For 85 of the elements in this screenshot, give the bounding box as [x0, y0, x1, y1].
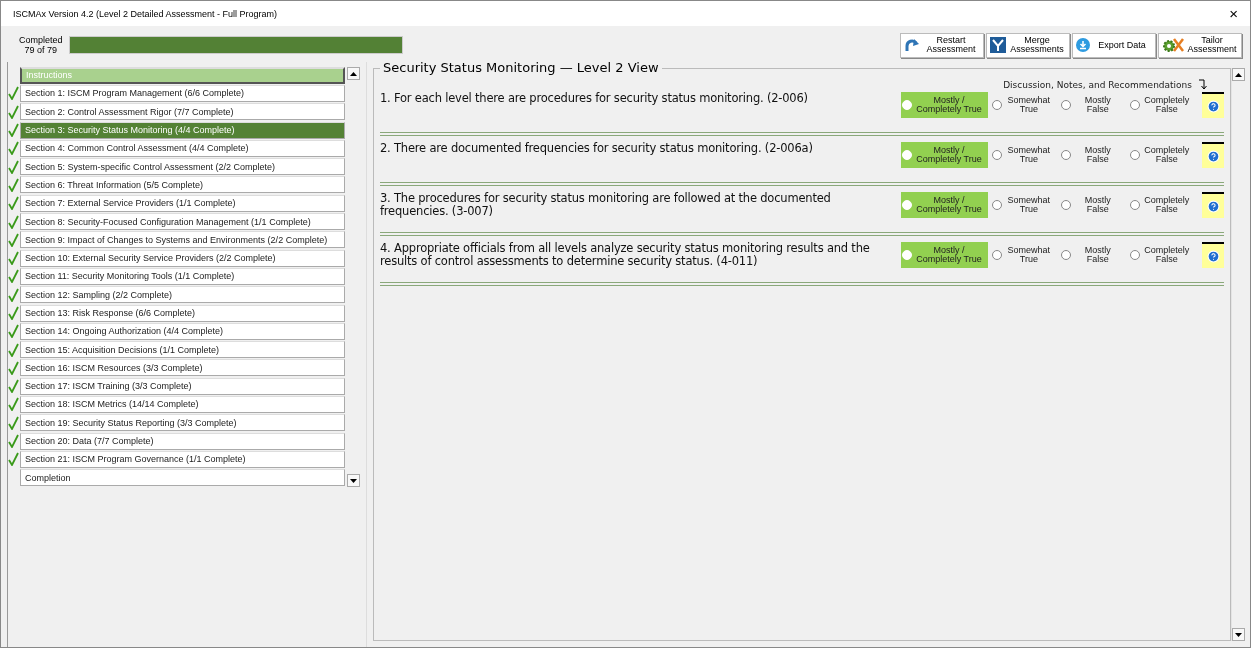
curved-arrow-icon	[904, 37, 920, 53]
gear-wrench-icon	[1162, 37, 1184, 53]
section-list-item[interactable]: Section 10: External Security Service Providers (2/2 Complete)	[20, 249, 345, 267]
section-list-item[interactable]: Section 21: ISCM Program Governance (1/1 Complete)	[20, 450, 345, 468]
section-list-item[interactable]: Section 14: Ongoing Authorization (4/4 Complete)	[20, 322, 345, 340]
section-list-item[interactable]: Section 16: ISCM Resources (3/3 Complete)	[20, 359, 345, 377]
question-text: 4. Appropriate officials from all levels analyze security status monitoring results and the results of control assessments to determine security status. (4-011)	[380, 242, 871, 268]
radio-button[interactable]	[1130, 100, 1141, 110]
progress-count: 79 of 79	[24, 45, 58, 55]
answer-option[interactable]: Completely False	[1129, 92, 1196, 118]
merge-icon	[990, 37, 1006, 53]
radio-button[interactable]	[992, 100, 1003, 110]
section-list-item[interactable]: Section 11: Security Monitoring Tools (1/1 Complete)	[20, 267, 345, 285]
help-icon	[1206, 149, 1220, 163]
help-icon	[1206, 199, 1220, 213]
section-list-item[interactable]: Section 7: External Service Providers (1/1 Complete)	[20, 194, 345, 212]
radio-button[interactable]	[1130, 250, 1141, 260]
answer-option[interactable]: Somewhat True	[991, 242, 1058, 268]
section-list-item[interactable]: Completion	[20, 469, 345, 487]
answer-option[interactable]: Completely False	[1129, 142, 1196, 168]
scroll-up-icon	[1235, 72, 1242, 77]
toolbar-button[interactable]: Merge Assessments	[986, 32, 1070, 58]
help-button[interactable]	[1202, 142, 1224, 168]
answer-option[interactable]: Mostly False	[1060, 242, 1127, 268]
answer-option[interactable]: Completely False	[1129, 242, 1196, 268]
notes-header: Discussion, Notes, and Recommendations	[1003, 80, 1192, 90]
answer-option[interactable]: Mostly False	[1060, 142, 1127, 168]
help-button[interactable]	[1202, 92, 1224, 118]
answer-option[interactable]: Somewhat True	[991, 142, 1058, 168]
answer-option[interactable]: Mostly / Completely True	[900, 142, 989, 168]
radio-button[interactable]	[1061, 100, 1072, 110]
progress-label: Completed	[19, 35, 63, 45]
section-list-item[interactable]: Section 15: Acquisition Decisions (1/1 Complete)	[20, 341, 345, 359]
answer-option[interactable]: Mostly / Completely True	[900, 242, 989, 268]
answer-option[interactable]: Somewhat True	[991, 92, 1058, 118]
radio-button[interactable]	[1130, 150, 1141, 160]
radio-button[interactable]	[1061, 200, 1072, 210]
toolbar-button[interactable]: Tailor Assessment	[1158, 32, 1242, 58]
radio-button[interactable]	[1130, 200, 1141, 210]
answer-option[interactable]: Mostly / Completely True	[900, 92, 989, 118]
scroll-up-icon	[350, 71, 357, 76]
answer-option[interactable]: Mostly / Completely True	[900, 192, 989, 218]
section-list-item[interactable]: Section 8: Security-Focused Configuration Management (1/1 Complete)	[20, 213, 345, 230]
scroll-down-button[interactable]	[1232, 628, 1245, 641]
answer-option[interactable]: Mostly False	[1060, 92, 1127, 118]
answer-option[interactable]: Somewhat True	[991, 192, 1058, 218]
help-icon	[1206, 99, 1220, 113]
section-list-item[interactable]: Section 20: Data (7/7 Complete)	[20, 432, 345, 450]
section-list-item[interactable]: Section 2: Control Assessment Rigor (7/7 Complete)	[20, 103, 345, 121]
toolbar-button[interactable]: Restart Assessment	[900, 32, 984, 58]
question-text: 3. The procedures for security status monitoring are followed at the documented frequencies. (3-007)	[380, 192, 832, 218]
answer-option[interactable]: Completely False	[1129, 192, 1196, 218]
radio-button[interactable]	[992, 150, 1003, 160]
section-list-item[interactable]: Section 4: Common Control Assessment (4/4 Complete)	[20, 139, 345, 157]
radio-button[interactable]	[1061, 150, 1072, 160]
question-text: 2. There are documented frequencies for security status monitoring. (2-006a)	[380, 142, 814, 155]
section-list-item[interactable]: Section 3: Security Status Monitoring (4/4 Complete)	[20, 121, 345, 139]
section-list-item[interactable]: Section 13: Risk Response (6/6 Complete)	[20, 304, 345, 322]
section-list-item[interactable]: Section 19: Security Status Reporting (3/3 Complete)	[20, 414, 345, 432]
scroll-up-button[interactable]	[347, 67, 360, 80]
scroll-down-button[interactable]	[347, 474, 360, 487]
help-icon	[1206, 249, 1220, 263]
download-icon	[1076, 38, 1090, 52]
question-text: 1. For each level there are procedures for security status monitoring. (2-006)	[380, 92, 809, 105]
close-button[interactable]: ×	[1225, 5, 1242, 22]
section-list-item[interactable]: Section 1: ISCM Program Management (6/6 Complete)	[20, 84, 345, 102]
help-button[interactable]	[1202, 242, 1224, 268]
scroll-up-button[interactable]	[1232, 68, 1245, 81]
section-list-item[interactable]: Section 17: ISCM Training (3/3 Complete)	[20, 377, 345, 395]
scroll-down-icon	[1235, 632, 1242, 637]
toolbar-button[interactable]: Export Data	[1072, 32, 1156, 58]
down-arrow-icon	[1198, 79, 1208, 90]
radio-button[interactable]	[992, 200, 1003, 210]
section-list-item[interactable]: Section 5: System-specific Control Assessment (2/2 Complete)	[20, 158, 345, 176]
section-list-item[interactable]: Section 18: ISCM Metrics (14/14 Complete)	[20, 396, 345, 413]
answer-option[interactable]: Mostly False	[1060, 192, 1127, 218]
help-button[interactable]	[1202, 192, 1224, 218]
window-title: ISCMAx Version 4.2 (Level 2 Detailed Assessment - Full Program)	[13, 8, 278, 19]
scroll-down-icon	[350, 478, 357, 483]
section-list-item[interactable]: Section 12: Sampling (2/2 Complete)	[20, 286, 345, 304]
section-title: Security Status Monitoring — Level 2 View	[380, 60, 662, 75]
section-list-item[interactable]: Section 9: Impact of Changes to Systems and Environments (2/2 Complete)	[20, 231, 345, 249]
radio-button[interactable]	[1061, 250, 1072, 260]
radio-button[interactable]	[992, 250, 1003, 260]
section-list-item[interactable]: Section 6: Threat Information (5/5 Complete)	[20, 176, 345, 194]
